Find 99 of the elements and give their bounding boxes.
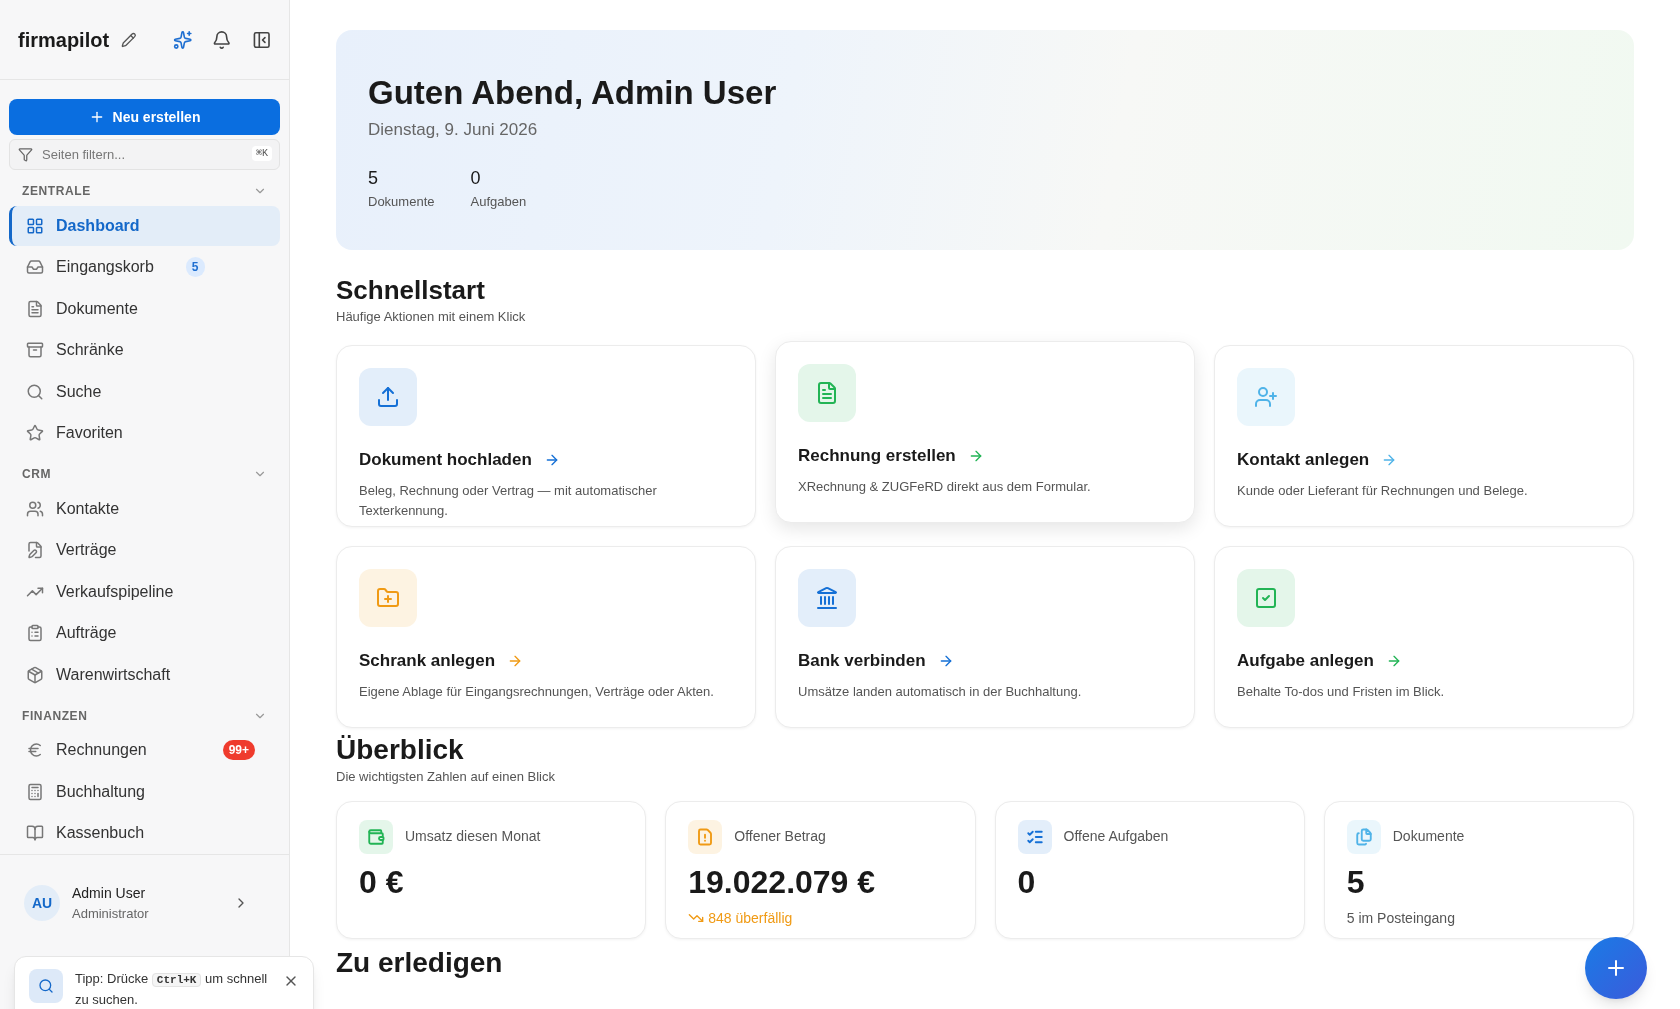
stat-label: Offene Aufgaben (1063, 827, 1169, 846)
nav-item[interactable]: Schränke (9, 330, 280, 370)
nav-item[interactable]: Dokumente (9, 288, 280, 329)
stat-value: 0 (1017, 862, 1037, 902)
brand-name: firmapilot (18, 27, 110, 53)
nav-label: Verträge (56, 540, 117, 560)
star-icon (26, 424, 44, 442)
action-card[interactable]: Rechnung erstellen XRechnung & ZUGFeRD direkt aus dem Formular. (775, 341, 1195, 523)
stat-note: 5 im Posteingang (1346, 908, 1455, 928)
action-card[interactable]: Schrank anlegen Eigene Ablage für Eingangsrechnungen, Verträge oder Akten. (336, 546, 756, 728)
user-role: Administrator (72, 905, 149, 923)
euro-icon (26, 741, 44, 759)
card-title: Bank verbinden (798, 650, 926, 672)
search-icon (38, 978, 54, 994)
card-title: Kontakt anlegen (1237, 449, 1370, 471)
search-icon (26, 382, 44, 401)
card-title: Dokument hochladen (359, 449, 532, 471)
nav-item[interactable]: Eingangskorb 5 (9, 247, 280, 287)
count-badge: 5 (185, 257, 205, 277)
sparkle-icon[interactable] (172, 29, 193, 50)
stat-value: 0 (470, 166, 482, 190)
action-card[interactable]: Bank verbinden Umsätze landen automatisch in der Buchhaltung. (775, 546, 1195, 728)
nav-item[interactable]: Kassenbuch (9, 813, 280, 853)
tip-text: Tipp: Drücke Ctrl+K um schnell zu suchen. (75, 970, 269, 1009)
card-description: Behalte To-dos und Fristen im Blick. (1237, 682, 1446, 701)
package-icon (26, 665, 44, 684)
nav-item[interactable]: Rechnungen 99+ (9, 730, 280, 770)
count-badge: 99+ (222, 740, 255, 760)
nav-item[interactable]: Buchhaltung (9, 771, 280, 812)
nav-label: Suche (56, 381, 102, 402)
new-button[interactable]: Neu erstellen (9, 99, 280, 135)
filter-icon (18, 147, 33, 162)
book-icon (26, 824, 44, 842)
section-heading: ZENTRALE (22, 183, 91, 200)
card-description: Kunde oder Lieferant für Rechnungen und Belege. (1237, 481, 1529, 500)
contract-icon (26, 541, 44, 559)
nav-label: Eingangskorb (56, 257, 154, 277)
section-subtitle: Häufige Aktionen mit einem Klick (336, 307, 527, 326)
stat-value: 5 (1346, 862, 1366, 902)
nav-item[interactable]: Favoriten (9, 413, 280, 453)
date-text: Dienstag, 9. Juni 2026 (368, 119, 539, 142)
section-title: Überblick (336, 733, 465, 767)
nav-label: Schränke (56, 340, 124, 360)
calculator-icon (26, 782, 44, 801)
nav-label: Dashboard (56, 215, 140, 236)
user-menu[interactable]: AU Admin User Administrator (24, 883, 265, 924)
stat-label: Aufgaben (470, 192, 527, 211)
section-heading: FINANZEN (22, 707, 88, 725)
card-title: Rechnung erstellen (798, 445, 956, 467)
section-title: Schnellstart (336, 274, 486, 307)
greeting: Guten Abend, Admin User (368, 73, 778, 113)
card-description: Umsätze landen automatisch in der Buchhaltung. (798, 682, 1083, 701)
stat-value: 0 € (359, 862, 405, 902)
inbox-icon (26, 258, 44, 276)
nav-label: Aufträge (56, 623, 117, 643)
grid-icon (26, 216, 44, 235)
stat-label: Offener Betrag (734, 827, 826, 846)
nav-item[interactable]: Dashboard (9, 205, 280, 246)
nav-item[interactable]: Verträge (9, 530, 280, 570)
action-card[interactable]: Dokument hochladen Beleg, Rechnung oder Vertrag — mit automatischer Texterkennung. (336, 345, 756, 527)
add-fab[interactable] (1585, 937, 1647, 999)
nav-label: Rechnungen (56, 740, 147, 760)
stat-note: 848 überfällig (708, 908, 793, 928)
stat-value: 5 (368, 166, 379, 190)
nav-label: Verkaufspipeline (56, 581, 174, 602)
card-description: XRechnung & ZUGFeRD direkt aus dem Formular. (798, 477, 1092, 496)
section-subtitle: Die wichtigsten Zahlen auf einen Blick (336, 768, 556, 786)
bell-icon[interactable] (212, 29, 232, 50)
section-heading: CRM (22, 466, 52, 483)
card-title: Schrank anlegen (359, 650, 496, 672)
nav-label: Buchhaltung (56, 781, 145, 802)
nav-label: Dokumente (56, 298, 138, 319)
stat-label: Dokumente (368, 192, 435, 211)
nav-label: Kontakte (56, 498, 120, 519)
document-icon (26, 299, 44, 318)
nav-item[interactable]: Verkaufspipeline (9, 571, 280, 612)
user-name: Admin User (72, 884, 147, 903)
stat-label: Dokumente (1392, 827, 1465, 846)
action-card[interactable]: Aufgabe anlegen Behalte To-dos und Fristen im Blick. (1214, 546, 1634, 728)
edit-icon[interactable] (121, 31, 137, 48)
card-description: Eigene Ablage für Eingangsrechnungen, Verträge oder Akten. (359, 682, 715, 701)
avatar: AU (24, 885, 60, 922)
card-description: Beleg, Rechnung oder Vertrag — mit automatischer Texterkennung. (359, 481, 658, 520)
nav-item[interactable]: Suche (9, 371, 280, 412)
clipboard-icon (26, 624, 44, 642)
card-title: Aufgabe anlegen (1237, 650, 1374, 672)
action-card[interactable]: Kontakt anlegen Kunde oder Lieferant für Rechnungen und Belege. (1214, 345, 1634, 527)
nav-item[interactable]: Aufträge (9, 613, 280, 653)
users-icon (26, 499, 44, 518)
stat-label: Umsatz diesen Monat (405, 827, 541, 846)
nav-item[interactable]: Warenwirtschaft (9, 654, 280, 695)
nav-label: Warenwirtschaft (56, 664, 171, 685)
archive-icon (26, 341, 44, 359)
stat-value: 19.022.079 € (688, 862, 877, 902)
nav-item[interactable]: Kontakte (9, 488, 280, 529)
collapse-sidebar-icon[interactable] (251, 29, 271, 50)
section-title: Zu erledigen (336, 945, 503, 980)
nav-label: Favoriten (56, 423, 123, 443)
nav-label: Kassenbuch (56, 823, 145, 843)
